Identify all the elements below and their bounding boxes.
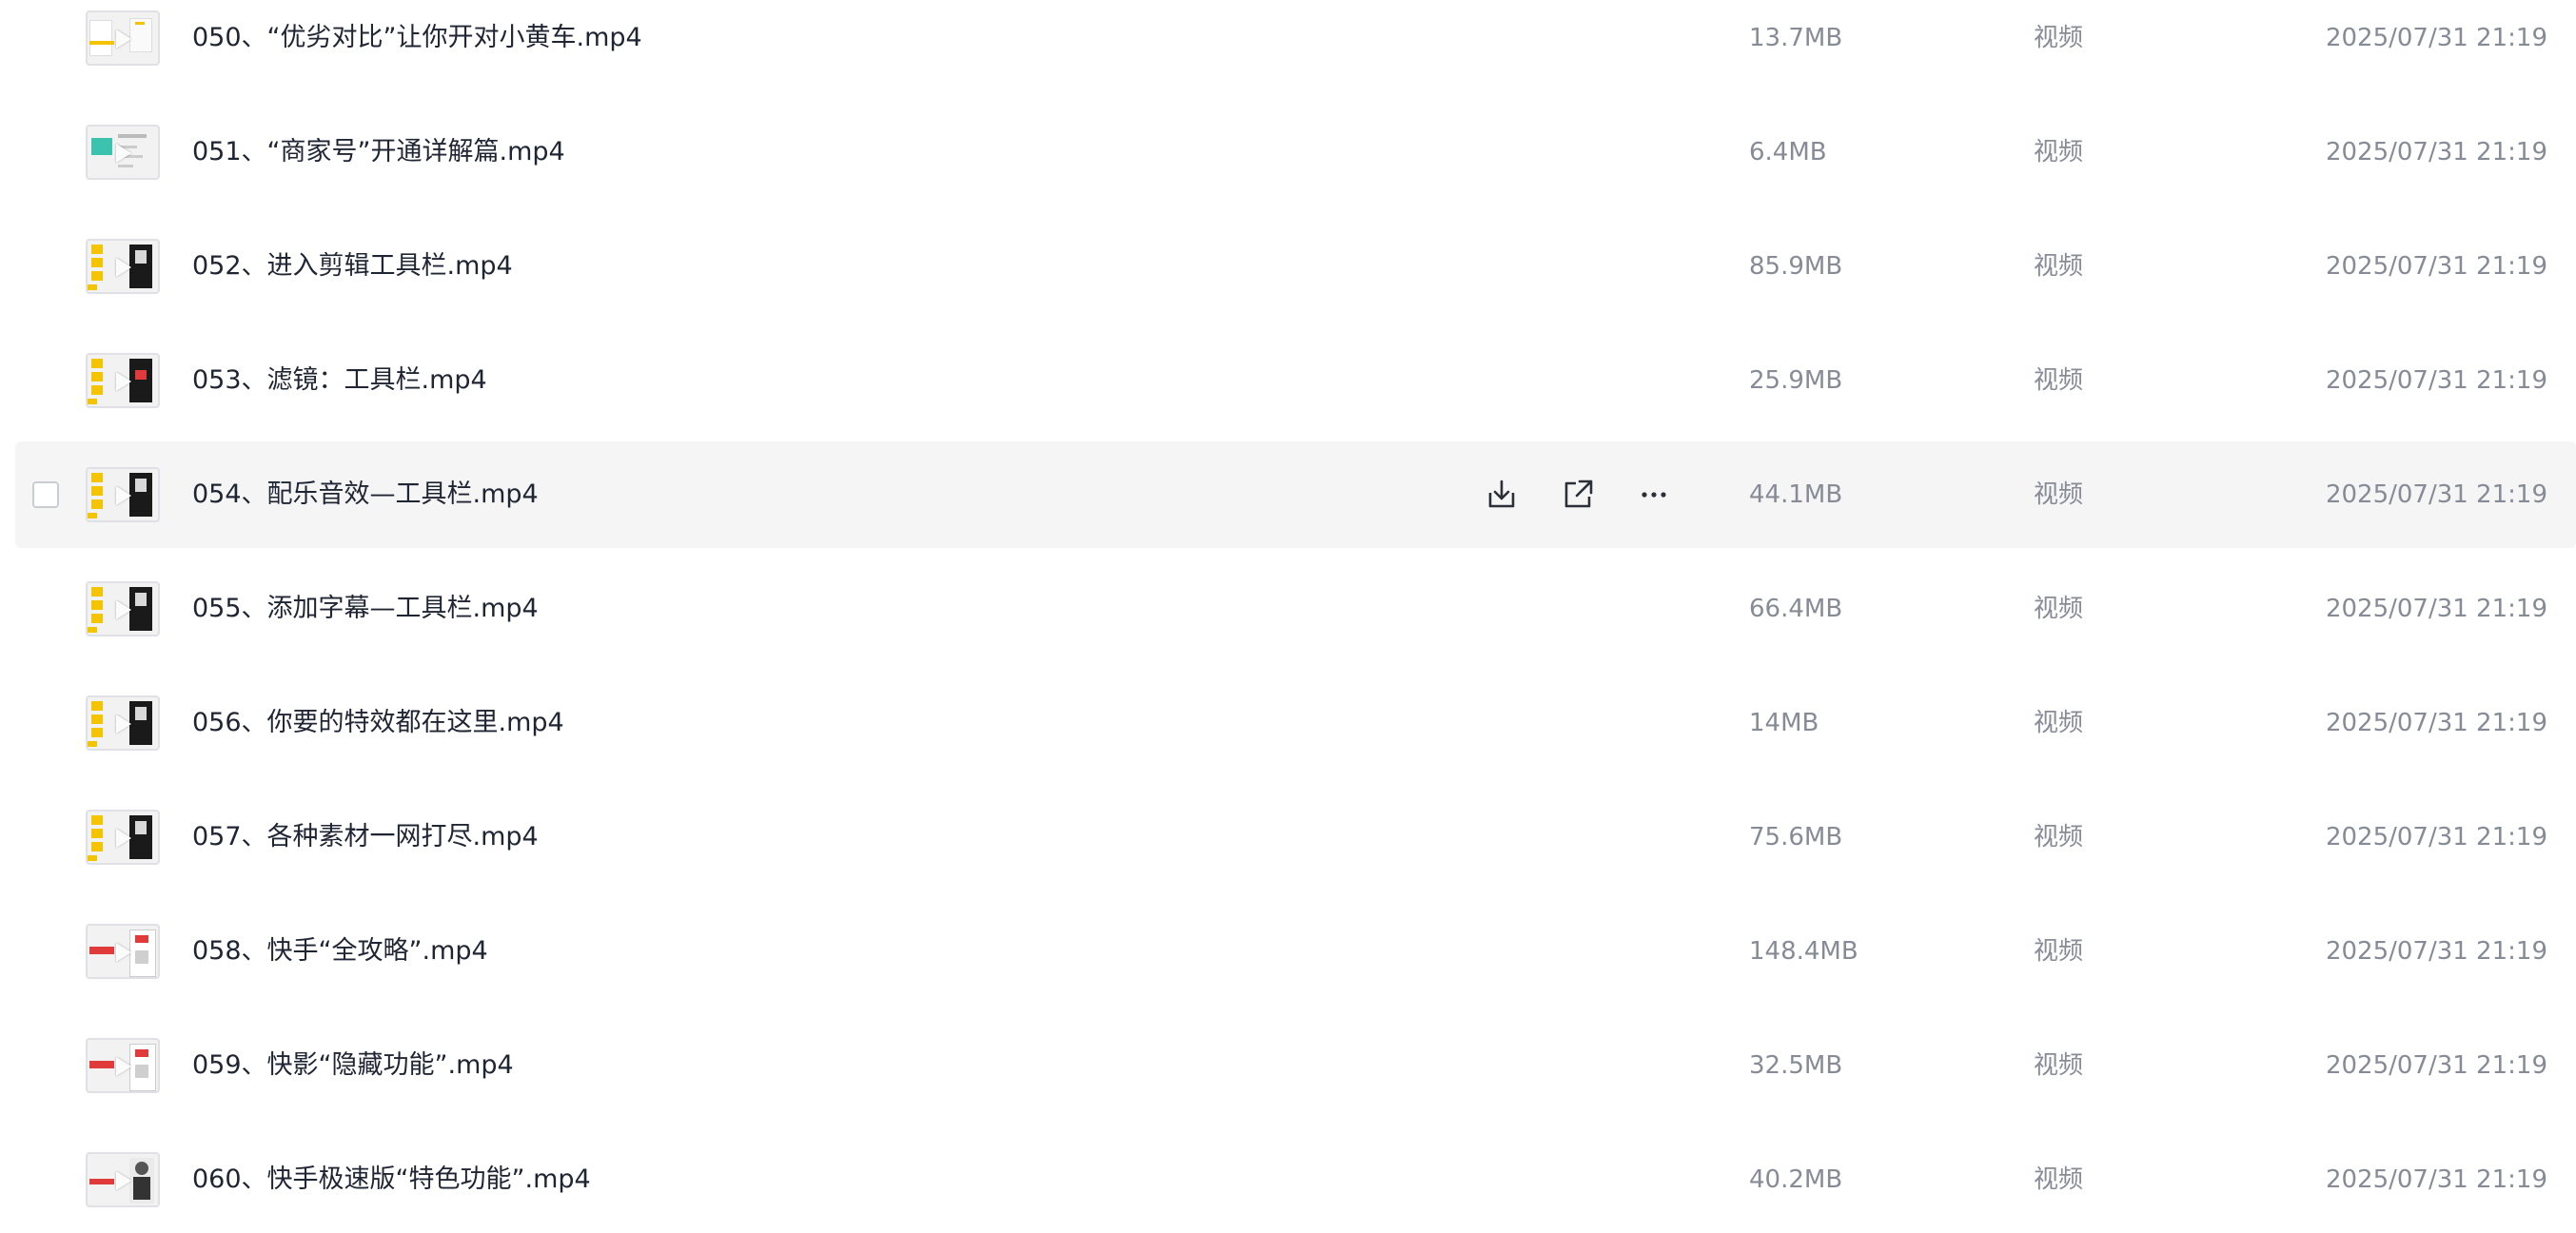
file-row[interactable]: 059、快影“隐藏功能”.mp4 32.5MB 视频 2025/07/31 21:19 — [15, 1012, 2576, 1119]
file-row[interactable]: 053、滤镜：工具栏.mp4 25.9MB 视频 2025/07/31 21:19 — [15, 327, 2576, 434]
file-size: 6.4MB — [1749, 138, 1827, 166]
file-type: 视频 — [2034, 138, 2084, 166]
play-icon — [116, 144, 131, 163]
file-name[interactable]: 055、添加字幕—工具栏.mp4 — [192, 556, 539, 662]
video-thumbnail[interactable] — [86, 467, 160, 522]
file-name[interactable]: 053、滤镜：工具栏.mp4 — [192, 327, 487, 434]
video-thumbnail[interactable] — [86, 10, 160, 66]
file-name[interactable]: 052、进入剪辑工具栏.mp4 — [192, 213, 513, 320]
modified-time: 2025/07/31 21:19 — [2325, 480, 2547, 509]
file-type: 视频 — [2034, 480, 2084, 509]
modified-time: 2025/07/31 21:19 — [2325, 937, 2547, 966]
video-thumbnail[interactable] — [86, 125, 160, 180]
file-row[interactable]: 052、进入剪辑工具栏.mp4 85.9MB 视频 2025/07/31 21:19 — [15, 213, 2576, 320]
file-row[interactable]: 050、“优劣对比”让你开对小黄车.mp4 13.7MB 视频 2025/07/31 … — [15, 0, 2576, 91]
play-icon — [116, 714, 131, 734]
video-thumbnail[interactable] — [86, 353, 160, 408]
file-name[interactable]: 051、“商家号”开通详解篇.mp4 — [192, 99, 565, 206]
share-icon[interactable] — [1559, 476, 1597, 514]
file-name[interactable]: 057、各种素材一网打尽.mp4 — [192, 784, 539, 890]
file-type: 视频 — [2034, 595, 2084, 623]
video-thumbnail[interactable] — [86, 581, 160, 636]
file-size: 44.1MB — [1749, 480, 1843, 509]
modified-time: 2025/07/31 21:19 — [2325, 709, 2547, 737]
more-icon[interactable] — [1635, 476, 1673, 514]
file-size: 75.6MB — [1749, 823, 1843, 851]
file-type: 视频 — [2034, 366, 2084, 395]
file-size: 85.9MB — [1749, 252, 1843, 281]
file-size: 25.9MB — [1749, 366, 1843, 395]
file-name[interactable]: 058、快手“全攻略”.mp4 — [192, 898, 488, 1005]
modified-time: 2025/07/31 21:19 — [2325, 252, 2547, 281]
file-size: 32.5MB — [1749, 1051, 1843, 1080]
video-thumbnail[interactable] — [86, 924, 160, 979]
file-type: 视频 — [2034, 252, 2084, 281]
file-type: 视频 — [2034, 1165, 2084, 1194]
play-icon — [116, 600, 131, 619]
play-icon — [116, 1057, 131, 1076]
video-thumbnail[interactable] — [86, 695, 160, 751]
play-icon — [116, 943, 131, 962]
file-row[interactable]: 057、各种素材一网打尽.mp4 75.6MB 视频 2025/07/31 21:19 — [15, 784, 2576, 890]
video-thumbnail[interactable] — [86, 239, 160, 294]
video-thumbnail[interactable] — [86, 810, 160, 865]
file-name[interactable]: 060、快手极速版“特色功能”.mp4 — [192, 1126, 591, 1233]
video-thumbnail[interactable] — [86, 1152, 160, 1207]
file-row[interactable]: 058、快手“全攻略”.mp4 148.4MB 视频 2025/07/31 21:19 — [15, 898, 2576, 1005]
play-icon — [116, 829, 131, 848]
file-name[interactable]: 050、“优劣对比”让你开对小黄车.mp4 — [192, 0, 642, 91]
file-type: 视频 — [2034, 823, 2084, 851]
play-icon — [116, 372, 131, 391]
modified-time: 2025/07/31 21:19 — [2325, 24, 2547, 52]
file-size: 148.4MB — [1749, 937, 1858, 966]
modified-time: 2025/07/31 21:19 — [2325, 138, 2547, 166]
file-size: 14MB — [1749, 709, 1819, 737]
file-name[interactable]: 054、配乐音效—工具栏.mp4 — [192, 441, 539, 548]
file-row[interactable]: 055、添加字幕—工具栏.mp4 66.4MB 视频 2025/07/31 21:19 — [15, 556, 2576, 662]
file-size: 40.2MB — [1749, 1165, 1843, 1194]
play-icon — [116, 486, 131, 505]
file-type: 视频 — [2034, 709, 2084, 737]
modified-time: 2025/07/31 21:19 — [2325, 1165, 2547, 1194]
modified-time: 2025/07/31 21:19 — [2325, 1051, 2547, 1080]
file-row[interactable]: 056、你要的特效都在这里.mp4 14MB 视频 2025/07/31 21:19 — [15, 670, 2576, 776]
modified-time: 2025/07/31 21:19 — [2325, 366, 2547, 395]
file-list: 050、“优劣对比”让你开对小黄车.mp4 13.7MB 视频 2025/07/31 … — [0, 0, 2576, 1219]
file-name[interactable]: 056、你要的特效都在这里.mp4 — [192, 670, 564, 776]
file-type: 视频 — [2034, 1051, 2084, 1080]
file-type: 视频 — [2034, 24, 2084, 52]
file-size: 13.7MB — [1749, 24, 1843, 52]
play-icon — [116, 1171, 131, 1190]
file-row[interactable]: 054、配乐音效—工具栏.mp4 44.1MB 视频 2025/07/31 21:19 — [15, 441, 2576, 548]
video-thumbnail[interactable] — [86, 1038, 160, 1093]
download-icon[interactable] — [1483, 476, 1521, 514]
file-size: 66.4MB — [1749, 595, 1843, 623]
modified-time: 2025/07/31 21:19 — [2325, 595, 2547, 623]
file-row[interactable]: 051、“商家号”开通详解篇.mp4 6.4MB 视频 2025/07/31 21:1… — [15, 99, 2576, 206]
play-icon — [116, 258, 131, 277]
play-icon — [116, 29, 131, 49]
modified-time: 2025/07/31 21:19 — [2325, 823, 2547, 851]
row-checkbox[interactable] — [32, 481, 59, 508]
file-row[interactable]: 060、快手极速版“特色功能”.mp4 40.2MB 视频 2025/07/31 21… — [15, 1126, 2576, 1233]
file-name[interactable]: 059、快影“隐藏功能”.mp4 — [192, 1012, 514, 1119]
file-type: 视频 — [2034, 937, 2084, 966]
